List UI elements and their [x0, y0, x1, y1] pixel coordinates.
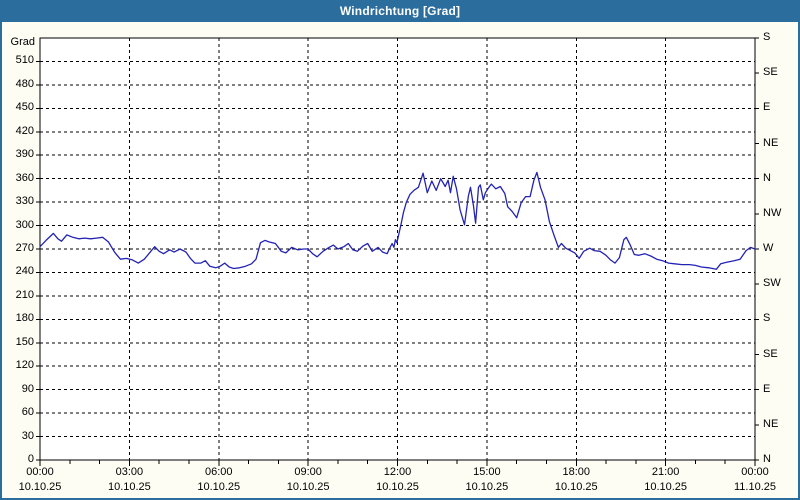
y-tick-label-right: NW	[763, 206, 782, 219]
y-tick-label-left: 420	[15, 124, 34, 137]
x-tick-date-label: 10.10.25	[554, 481, 598, 493]
x-tick-time-label: 03:00	[115, 466, 144, 478]
y-tick-label-left: 180	[15, 312, 34, 325]
y-tick-label-right: S	[763, 312, 771, 325]
y-tick-label-left: 300	[15, 218, 34, 231]
y-tick-label-left: 240	[15, 265, 34, 278]
x-tick-date-label: 10.10.25	[644, 481, 688, 493]
x-tick-time-label: 06:00	[204, 466, 233, 478]
x-tick-date-label: 10.10.25	[107, 481, 151, 493]
y-tick-label-left: 360	[15, 171, 34, 184]
y-tick-label-right: SW	[763, 277, 781, 290]
y-tick-label-right: SE	[763, 66, 778, 79]
x-tick-date-label: 10.10.25	[465, 481, 509, 493]
y-tick-label-left: 270	[15, 242, 34, 254]
x-tick-date-label: 11.10.25	[733, 481, 776, 493]
y-tick-label-left: 60	[21, 406, 34, 419]
x-tick-time-label: 00:00	[741, 466, 769, 478]
x-tick-date-label: 10.10.25	[18, 481, 62, 493]
y-tick-label-right: NE	[763, 417, 779, 430]
y-tick-label-left: 390	[15, 148, 34, 161]
y-tick-label-right: SE	[763, 347, 778, 360]
x-tick-time-label: 09:00	[294, 466, 322, 478]
y-tick-label-right: N	[763, 171, 771, 184]
app-window: Windrichtung [Grad] Grad 0 30 60 90 120 150 18…	[0, 0, 800, 500]
x-tick-time-label: 18:00	[562, 466, 591, 478]
y-tick-label-left: 510	[15, 54, 34, 67]
y-tick-label-right: NE	[763, 136, 779, 149]
x-tick-time-label: 21:00	[651, 466, 680, 478]
y-tick-label-left: 120	[15, 359, 34, 372]
x-tick-date-label: 10.10.25	[376, 481, 419, 493]
x-tick-time-label: 00:00	[26, 466, 54, 478]
y-tick-label-right: S	[763, 31, 771, 43]
x-tick-time-label: 15:00	[473, 466, 501, 478]
y-tick-label-left: 450	[15, 101, 34, 114]
y-tick-label-left: 330	[15, 195, 34, 208]
y-tick-label-left: 0	[27, 453, 34, 465]
y-axis-unit-label: Grad	[10, 36, 35, 48]
y-tick-label-right: E	[763, 101, 771, 114]
y-tick-label-left: 90	[21, 382, 34, 395]
y-tick-label-left: 150	[15, 335, 34, 348]
y-tick-label-right: W	[763, 242, 774, 254]
x-tick-time-label: 12:00	[383, 466, 412, 478]
y-tick-label-left: 210	[15, 288, 34, 301]
x-tick-date-label: 10.10.25	[197, 481, 241, 493]
y-tick-label-left: 480	[15, 77, 34, 90]
y-tick-label-left: 30	[21, 429, 34, 442]
y-tick-label-right: N	[763, 453, 771, 465]
x-tick-date-label: 10.10.25	[286, 481, 330, 493]
wind-direction-chart	[36, 37, 759, 466]
y-tick-label-right: E	[763, 382, 771, 395]
